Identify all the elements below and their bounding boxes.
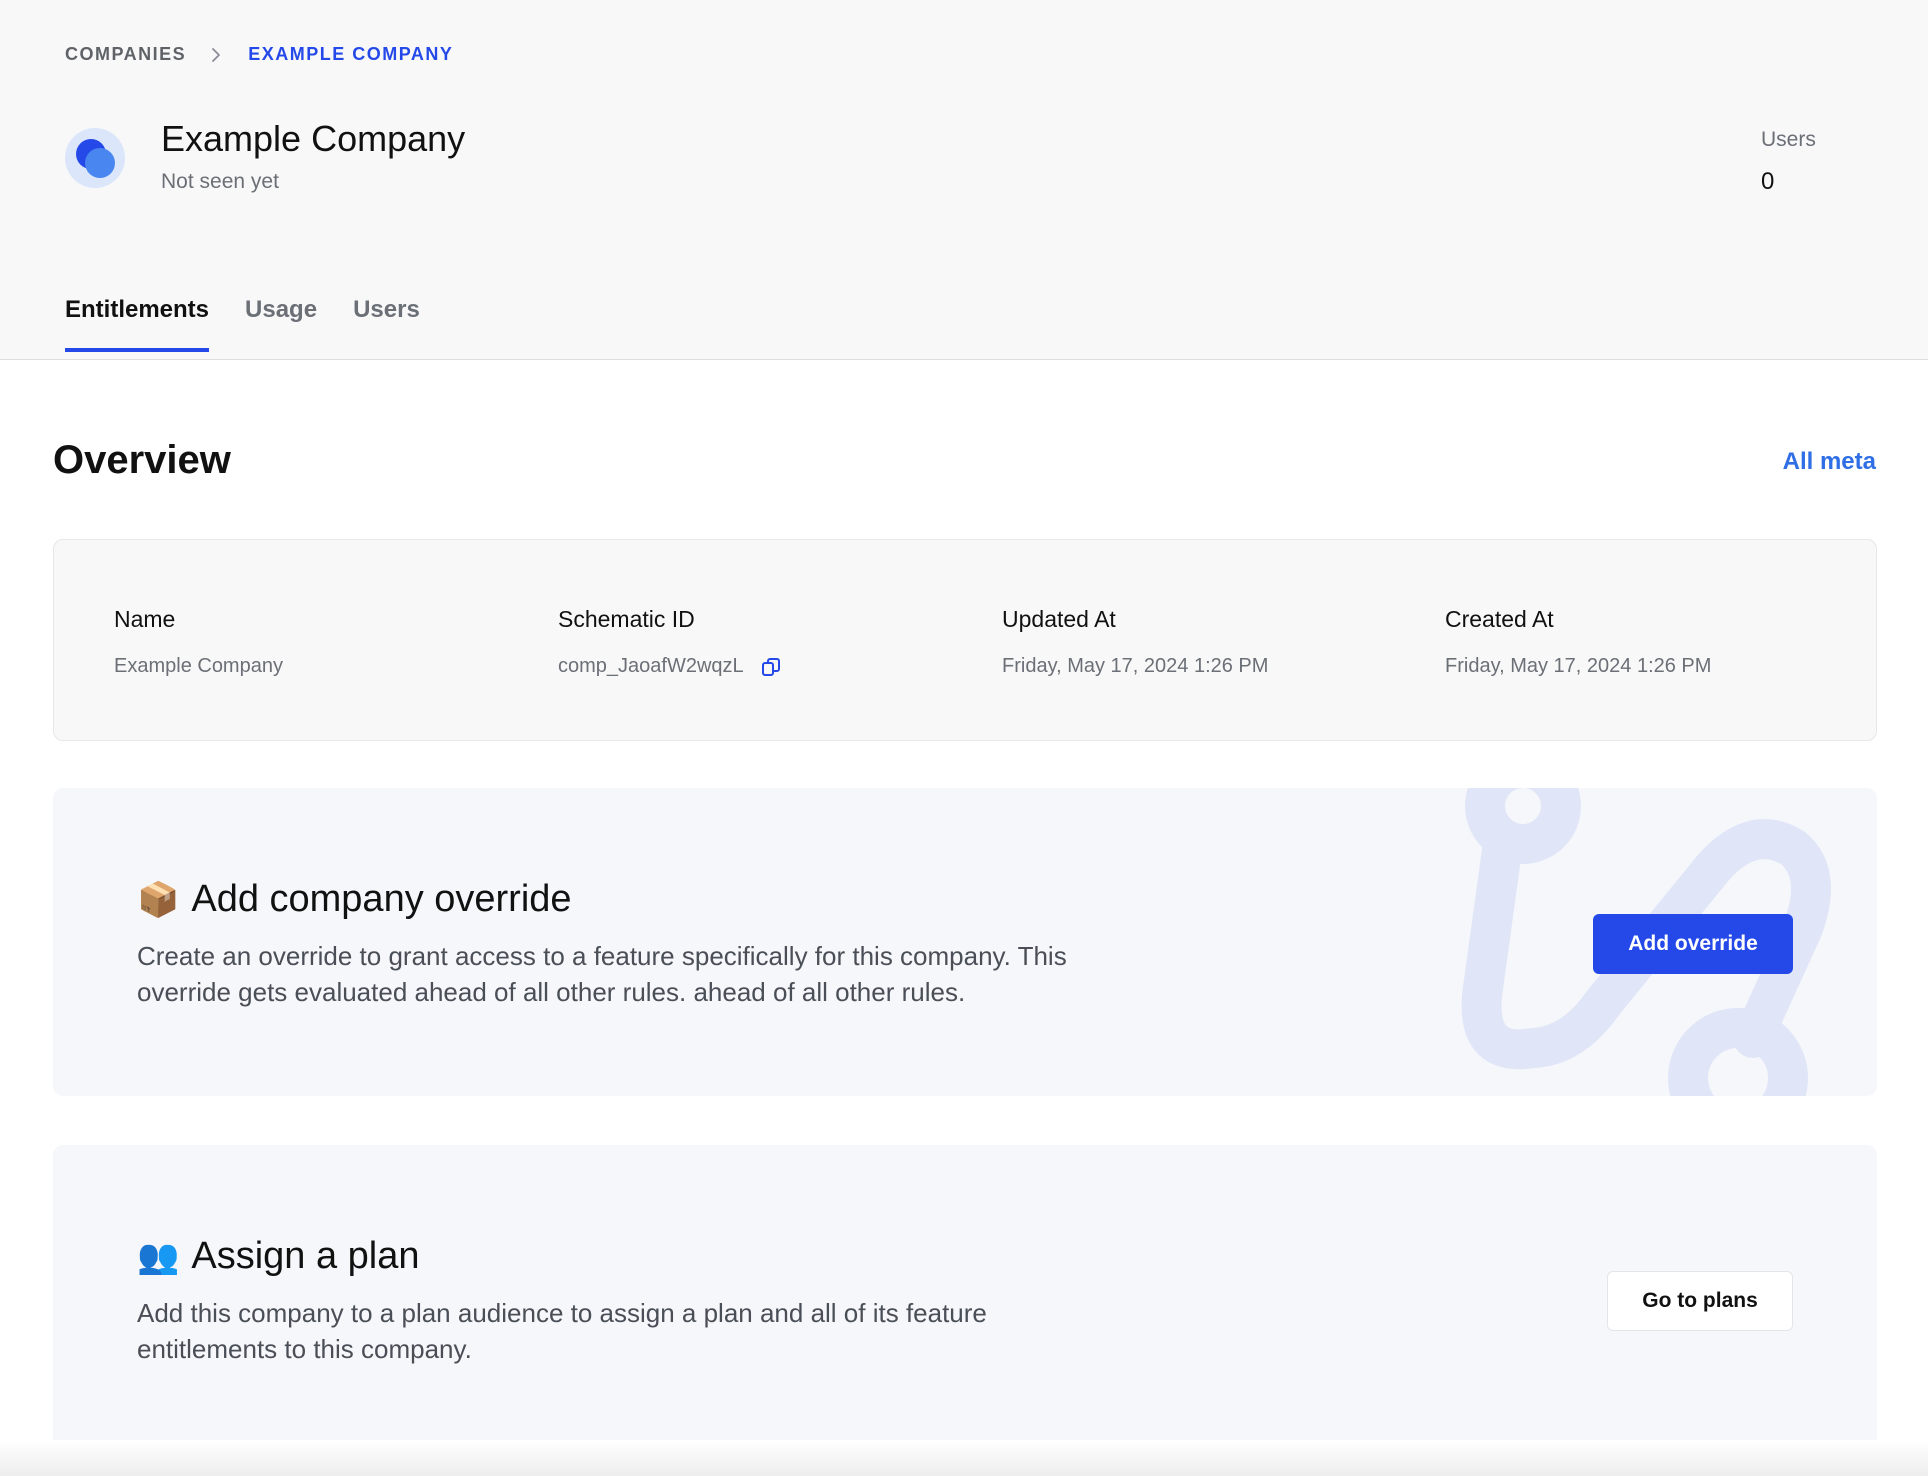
breadcrumb-current: EXAMPLE COMPANY: [248, 44, 454, 64]
field-schematic-id: Schematic ID comp_JaoafW2wqzL: [558, 606, 782, 678]
field-created-at: Created At Friday, May 17, 2024 1:26 PM: [1445, 606, 1711, 678]
users-stat-label: Users: [1761, 128, 1816, 151]
plan-title: 👥 Assign a plan: [137, 1235, 420, 1278]
override-title-text: Add company override: [191, 878, 572, 920]
breadcrumb-companies-link[interactable]: COMPANIES: [65, 44, 186, 65]
add-override-button[interactable]: Add override: [1593, 914, 1793, 974]
tab-usage[interactable]: Usage: [245, 296, 317, 352]
tab-users[interactable]: Users: [353, 296, 420, 352]
field-value: Example Company: [114, 655, 283, 677]
field-label: Schematic ID: [558, 606, 695, 632]
add-override-card: 📦 Add company override Create an overrid…: [53, 788, 1877, 1096]
copy-icon[interactable]: [760, 656, 782, 678]
schematic-id-value: comp_JaoafW2wqzL: [558, 655, 744, 677]
field-name: Name Example Company: [114, 606, 283, 678]
field-label: Created At: [1445, 606, 1554, 632]
field-value-row: comp_JaoafW2wqzL: [558, 655, 782, 678]
plan-description: Add this company to a plan audience to a…: [137, 1298, 987, 1364]
all-meta-link[interactable]: All meta: [1783, 448, 1876, 476]
last-seen-status: Not seen yet: [161, 170, 279, 193]
users-stat-value: 0: [1761, 168, 1775, 195]
field-value: Friday, May 17, 2024 1:26 PM: [1002, 655, 1269, 677]
page-title: Example Company: [161, 118, 466, 159]
field-label: Updated At: [1002, 606, 1116, 632]
package-icon: 📦: [137, 879, 180, 920]
users-icon: 👥: [137, 1236, 180, 1277]
tab-entitlements[interactable]: Entitlements: [65, 296, 210, 352]
overview-card: Name Example Company Schematic ID comp_J…: [53, 539, 1877, 741]
field-value: Friday, May 17, 2024 1:26 PM: [1445, 655, 1712, 677]
chevron-right-icon: [206, 45, 226, 65]
plan-title-text: Assign a plan: [191, 1235, 420, 1277]
bottom-fade: [0, 1440, 1928, 1476]
assign-plan-card: 👥 Assign a plan Add this company to a pl…: [53, 1145, 1877, 1453]
field-label: Name: [114, 606, 176, 632]
override-title: 📦 Add company override: [137, 878, 572, 921]
company-header: COMPANIES EXAMPLE COMPANY Example Compan…: [0, 0, 1928, 360]
override-description: Create an override to grant access to a …: [137, 941, 1067, 1007]
company-avatar-icon: [65, 128, 125, 188]
field-updated-at: Updated At Friday, May 17, 2024 1:26 PM: [1002, 606, 1268, 678]
overview-title: Overview: [53, 438, 231, 482]
breadcrumb: COMPANIES EXAMPLE COMPANY: [65, 44, 453, 65]
go-to-plans-button[interactable]: Go to plans: [1607, 1271, 1793, 1331]
tab-bar: Entitlements Usage Users: [65, 296, 456, 352]
